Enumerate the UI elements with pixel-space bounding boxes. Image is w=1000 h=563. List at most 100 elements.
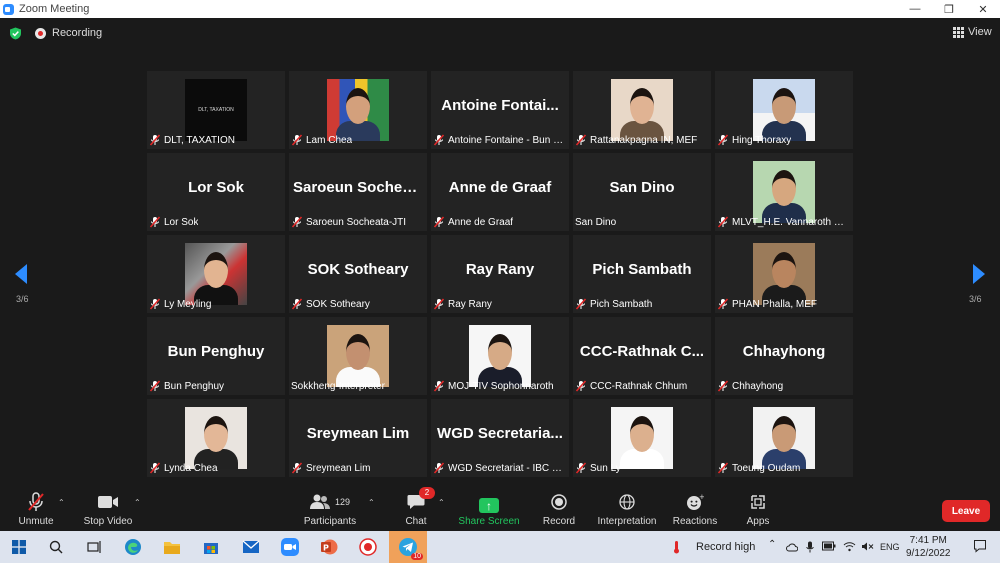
record-status-text[interactable]: Record high (696, 541, 755, 553)
participant-name: Anne de Graaf (448, 216, 514, 228)
page-indicator-left: 3/6 (16, 294, 29, 304)
participant-tile[interactable]: Antoine Fontai... Antoine Fontaine - Bun … (431, 71, 569, 149)
participant-name: Lor Sok (164, 216, 199, 228)
recording-label[interactable]: Recording (52, 27, 102, 39)
audio-options-chevron-icon[interactable]: ⌃ (58, 498, 65, 507)
participant-display-name: WGD Secretaria... (437, 425, 563, 442)
telegram-unread-badge: 10 (411, 553, 423, 560)
participant-name: Saroeun Socheata-JTI (306, 216, 407, 228)
task-view-icon[interactable] (83, 536, 105, 558)
telegram-icon[interactable]: 10 (397, 536, 423, 560)
participant-name: WGD Secretariat - IBC - C... (448, 462, 565, 474)
battery-icon[interactable] (822, 541, 836, 554)
minimize-button[interactable]: — (898, 0, 932, 18)
clock-date: 9/12/2022 (906, 548, 951, 559)
close-button[interactable]: ✕ (966, 0, 1000, 18)
mail-icon[interactable] (240, 536, 262, 558)
chat-button[interactable]: 2 Chat (402, 484, 435, 531)
grid-view-icon (953, 26, 964, 38)
window-title: Zoom Meeting (19, 3, 90, 15)
participant-tile[interactable]: SOK Sotheary SOK Sotheary (289, 235, 427, 313)
leave-button[interactable]: Leave (942, 500, 990, 522)
participant-name-label: DLT, TAXATION (149, 133, 235, 147)
unmute-button[interactable]: Unmute (16, 484, 56, 531)
record-icon (551, 491, 567, 513)
participant-video-thumbnail (327, 325, 389, 387)
interpretation-button[interactable]: Interpretation (594, 484, 660, 531)
participant-tile[interactable]: San Dino San Dino (573, 153, 711, 231)
video-options-chevron-icon[interactable]: ⌃ (134, 498, 141, 507)
participant-tile[interactable]: MLVT_H.E. Vannaroth Sov... (715, 153, 853, 231)
muted-mic-icon (433, 380, 445, 392)
participants-button[interactable]: 129 Participants (302, 484, 358, 531)
edge-browser-icon[interactable] (122, 536, 144, 558)
participant-tile[interactable]: PHAN Phalla, MEF (715, 235, 853, 313)
participant-tile[interactable]: Sokkheng-Interpreter (289, 317, 427, 395)
share-screen-button[interactable]: ↑ Share Screen (458, 484, 520, 531)
microsoft-store-icon[interactable] (200, 536, 222, 558)
chat-options-chevron-icon[interactable]: ⌃ (438, 498, 445, 507)
participant-display-name: Saroeun Sochea... (293, 179, 424, 196)
participant-display-name: Bun Penghuy (167, 343, 265, 360)
zoom-app-icon[interactable] (279, 536, 301, 558)
screen-recorder-icon[interactable] (357, 536, 379, 558)
wifi-icon[interactable] (843, 541, 856, 555)
participant-video-thumbnail (185, 243, 247, 305)
participant-tile[interactable]: DLT, TAXATION DLT, TAXATION (147, 71, 285, 149)
participant-tile[interactable]: Sun Ly (573, 399, 711, 477)
globe-icon (619, 491, 635, 513)
participant-tile[interactable]: WGD Secretaria... WGD Secretariat - IBC -… (431, 399, 569, 477)
participant-name-label: Antoine Fontaine - Bun &... (433, 133, 565, 147)
participant-tile[interactable]: Lynda Chea (147, 399, 285, 477)
record-button[interactable]: Record (541, 484, 577, 531)
participant-tile[interactable]: MOJ-TIV Sophonnaroth (431, 317, 569, 395)
participant-tile[interactable]: CCC-Rathnak C... CCC-Rathnak Chhum (573, 317, 711, 395)
participant-name-label: Sun Ly (575, 461, 621, 475)
participant-tile[interactable]: Ray Rany Ray Rany (431, 235, 569, 313)
microphone-tray-icon[interactable] (806, 541, 814, 556)
participant-tile[interactable]: Saroeun Sochea... Saroeun Socheata-JTI (289, 153, 427, 231)
reactions-button[interactable]: + Reactions (672, 484, 718, 531)
participant-tile[interactable]: Chhayhong Chhayhong (715, 317, 853, 395)
participant-tile[interactable]: Rattanakpagna IN, MEF (573, 71, 711, 149)
participant-tile[interactable]: Pich Sambath Pich Sambath (573, 235, 711, 313)
muted-mic-icon (575, 134, 587, 146)
participant-tile[interactable]: Lam Chea (289, 71, 427, 149)
windows-start-icon[interactable] (8, 536, 30, 558)
participants-label: Participants (303, 516, 357, 527)
apps-button[interactable]: Apps (745, 484, 771, 531)
view-button[interactable]: View (953, 26, 992, 38)
participant-tile[interactable]: Lor Sok Lor Sok (147, 153, 285, 231)
search-icon[interactable] (45, 536, 67, 558)
next-page-arrow-icon[interactable] (973, 264, 985, 284)
participant-name: Sreymean Lim (306, 462, 371, 474)
thermometer-icon[interactable] (672, 540, 682, 557)
previous-page-arrow-icon[interactable] (15, 264, 27, 284)
participant-name-label: Sokkheng-Interpreter (291, 379, 385, 393)
participant-video-thumbnail: DLT, TAXATION (185, 79, 247, 141)
notification-icon[interactable] (973, 539, 987, 553)
participant-tile[interactable]: Toeung Oudam (715, 399, 853, 477)
participant-tile[interactable]: Bun Penghuy Bun Penghuy (147, 317, 285, 395)
speaker-muted-icon[interactable] (861, 541, 874, 555)
cloud-sync-icon[interactable] (786, 541, 799, 556)
participant-tile[interactable]: Hing Thoraxy (715, 71, 853, 149)
input-language-indicator[interactable]: ENG (880, 542, 900, 552)
powerpoint-icon[interactable]: P (318, 536, 340, 558)
file-explorer-icon[interactable] (161, 536, 183, 558)
participant-name-label: Chhayhong (717, 379, 783, 393)
participant-tile[interactable]: Anne de Graaf Anne de Graaf (431, 153, 569, 231)
participant-display-name: Sreymean Lim (306, 425, 410, 442)
security-shield-icon[interactable] (9, 27, 22, 40)
participant-name-label: CCC-Rathnak Chhum (575, 379, 687, 393)
participants-options-chevron-icon[interactable]: ⌃ (368, 498, 375, 507)
participant-name-label: Lynda Chea (149, 461, 218, 475)
participant-tile[interactable]: Sreymean Lim Sreymean Lim (289, 399, 427, 477)
taskbar-clock[interactable]: 7:41 PM 9/12/2022 (906, 534, 951, 560)
muted-mic-icon (291, 462, 303, 474)
restore-button[interactable]: ❐ (932, 0, 966, 18)
participant-tile[interactable]: Ly Meyling (147, 235, 285, 313)
show-hidden-icons-chevron-icon[interactable]: ⌃ (768, 539, 776, 550)
stop-video-button[interactable]: Stop Video (82, 484, 134, 531)
muted-mic-icon (717, 216, 729, 228)
